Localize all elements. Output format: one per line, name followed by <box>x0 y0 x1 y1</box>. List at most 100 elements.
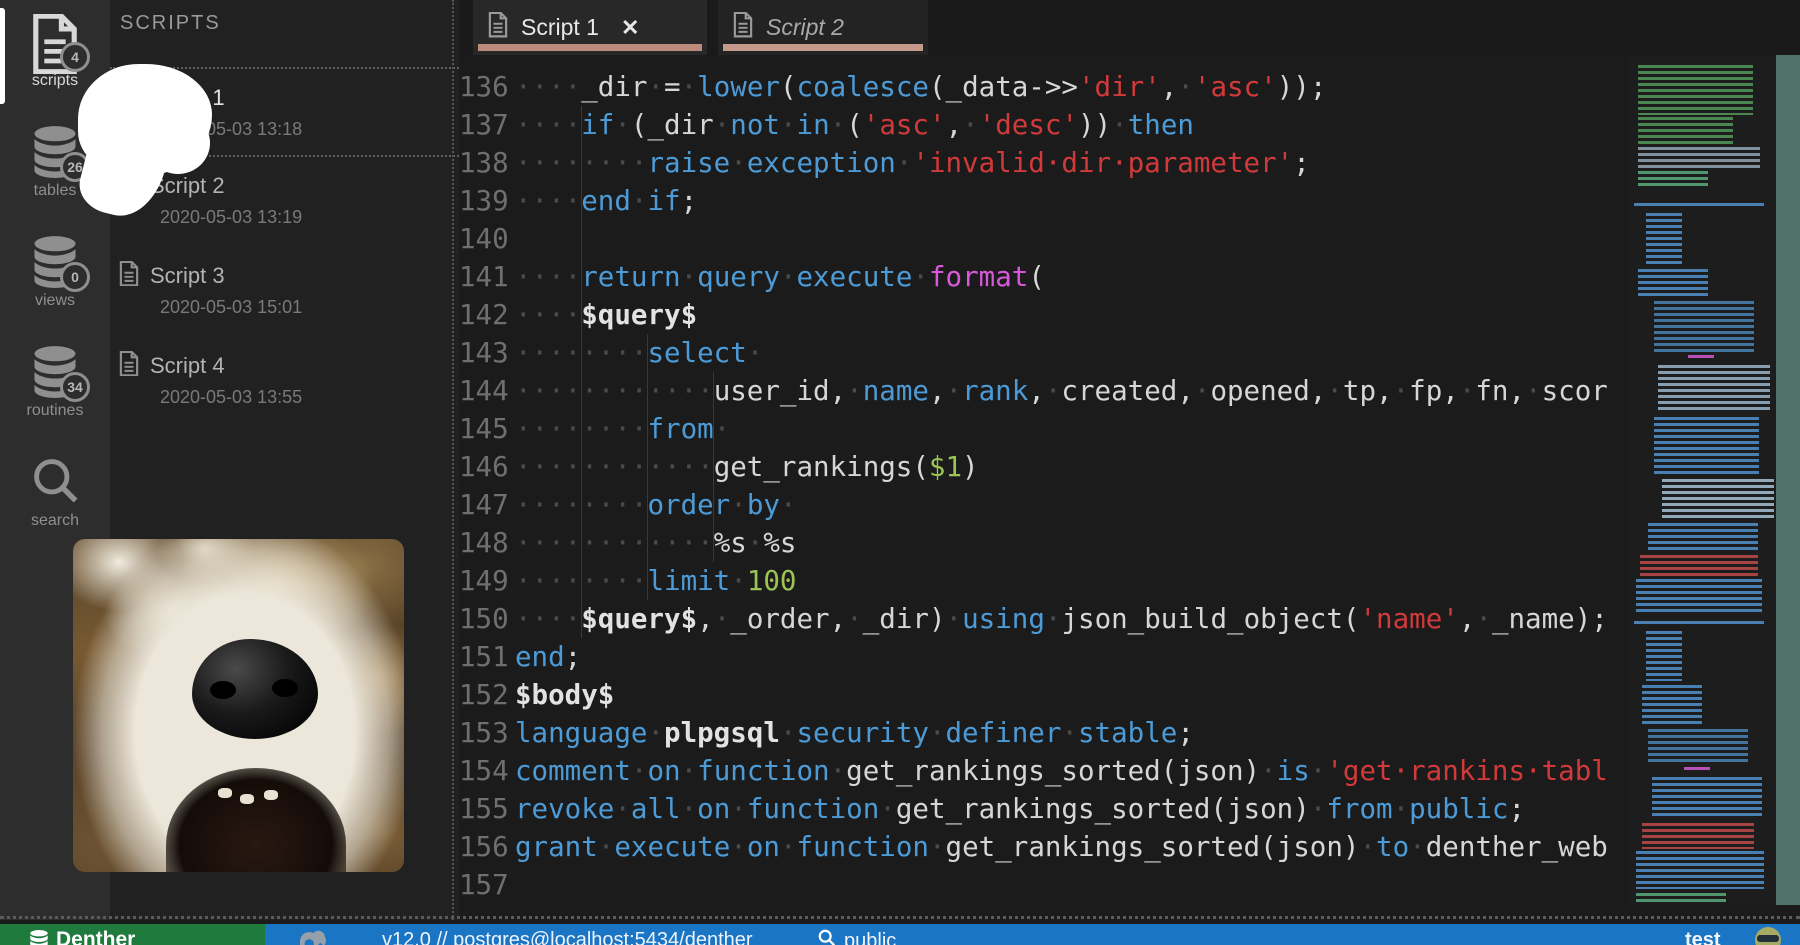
dog-photo-nostril <box>272 679 298 697</box>
code-line-151: 151end; <box>459 638 1608 676</box>
script-date: 2020-05-03 13:55 <box>160 387 459 408</box>
line-number: 144 <box>459 372 507 410</box>
code-line-150: 150····$query$,·_order,·_dir)·using·json… <box>459 600 1608 638</box>
code-line-142: 142····$query$ <box>459 296 1608 334</box>
script-date: 2020-05-03 15:01 <box>160 297 459 318</box>
minimap-code-block <box>1634 203 1764 209</box>
minimap-code-block <box>1642 823 1754 849</box>
minimap-code-block <box>1654 301 1754 353</box>
tab-label: Script 1 <box>521 14 599 41</box>
code-line-146: 146············get_rankings($1) <box>459 448 1608 486</box>
script-list-item-3[interactable]: Script 3 2020-05-03 15:01 <box>110 247 459 337</box>
script-list-item-4[interactable]: Script 4 2020-05-03 13:55 <box>110 337 459 427</box>
code-line-153: 153language·plpgsql·security·definer·sta… <box>459 714 1608 752</box>
minimap[interactable] <box>1628 55 1776 905</box>
code-line-152: 152$body$ <box>459 676 1608 714</box>
count-badge: 0 <box>60 262 90 292</box>
document-icon <box>487 12 509 42</box>
code-line-148: 148············%s·%s <box>459 524 1608 562</box>
line-number: 148 <box>459 524 507 562</box>
postgres-elephant-icon <box>297 928 327 945</box>
line-number: 137 <box>459 106 507 144</box>
line-number: 138 <box>459 144 507 182</box>
panel-editor-separator <box>452 0 454 920</box>
minimap-code-block <box>1638 171 1708 187</box>
tab-script-2[interactable]: Script 2 <box>718 0 928 55</box>
code-line-154: 154comment·on·function·get_rankings_sort… <box>459 752 1608 790</box>
code-editor[interactable]: 136····_dir·=·lower(coalesce(_data->>'di… <box>459 55 1616 905</box>
code-line-138: 138········raise·exception·'invalid·dir·… <box>459 144 1608 182</box>
document-icon <box>732 12 754 42</box>
statusbar-app-segment[interactable]: Denther <box>0 924 265 945</box>
indent-guide <box>647 334 648 600</box>
minimap-code-block <box>1688 355 1714 361</box>
app-window: 4scripts26tables0views34routinessearch S… <box>0 0 1800 945</box>
count-badge: 4 <box>60 42 90 72</box>
minimap-code-block <box>1652 777 1762 819</box>
status-bar: Denther v12.0 // postgres@localhost:5434… <box>0 924 1800 945</box>
line-number: 149 <box>459 562 507 600</box>
tab-label: Script 2 <box>766 14 844 41</box>
dog-photo-tooth <box>240 794 254 804</box>
minimap-code-block <box>1648 729 1748 765</box>
line-number: 142 <box>459 296 507 334</box>
line-number: 147 <box>459 486 507 524</box>
line-number: 143 <box>459 334 507 372</box>
statusbar-separator <box>0 916 1800 919</box>
line-number: 152 <box>459 676 507 714</box>
tab-script-1[interactable]: Script 1 ✕ <box>473 0 707 55</box>
code-line-143: 143········select· <box>459 334 1608 372</box>
code-line-139: 139····end·if; <box>459 182 1608 220</box>
document-icon <box>118 261 140 291</box>
line-number: 157 <box>459 866 507 904</box>
minimap-code-block <box>1638 147 1760 169</box>
statusbar-schema-name: public <box>844 930 896 945</box>
document-icon <box>118 351 140 381</box>
minimap-code-block <box>1648 523 1758 553</box>
statusbar-schema[interactable]: public <box>818 929 896 945</box>
line-number: 139 <box>459 182 507 220</box>
line-number: 150 <box>459 600 507 638</box>
minimap-code-block <box>1638 65 1753 115</box>
close-icon[interactable]: ✕ <box>621 15 639 41</box>
minimap-code-block <box>1638 269 1708 297</box>
minimap-code-block <box>1642 685 1702 725</box>
line-number: 155 <box>459 790 507 828</box>
minimap-code-block <box>1636 579 1762 613</box>
database-icon <box>28 929 50 945</box>
code-line-157: 157 <box>459 866 1608 904</box>
tab-underline <box>478 44 702 51</box>
activity-item-routines[interactable]: 34routines <box>0 330 110 440</box>
search-icon <box>818 929 836 945</box>
code-line-137: 137····if·(_dir·not·in·('asc',·'desc'))·… <box>459 106 1608 144</box>
code-line-144: 144············user_id,·name,·rank,·crea… <box>459 372 1608 410</box>
minimap-code-block <box>1636 893 1726 903</box>
line-number: 146 <box>459 448 507 486</box>
code-line-136: 136····_dir·=·lower(coalesce(_data->>'di… <box>459 68 1608 106</box>
script-date: 2020-05-03 13:19 <box>160 207 459 228</box>
line-number: 154 <box>459 752 507 790</box>
script-name: Script 4 <box>150 353 225 379</box>
line-number: 156 <box>459 828 507 866</box>
script-name: Script 3 <box>150 263 225 289</box>
minimap-code-block <box>1636 851 1764 889</box>
anonymization-blob <box>146 112 210 174</box>
line-number: 153 <box>459 714 507 752</box>
line-number: 140 <box>459 220 507 258</box>
dog-photo <box>73 539 404 872</box>
activity-item-search[interactable]: search <box>0 440 110 550</box>
line-number: 151 <box>459 638 507 676</box>
activity-item-label: search <box>0 512 110 530</box>
code-line-141: 141····return·query·execute·format( <box>459 258 1608 296</box>
line-number: 136 <box>459 68 507 106</box>
sunglasses-emoji-icon <box>1755 927 1781 945</box>
tab-bar: Script 1 ✕ Script 2 <box>459 0 1800 55</box>
code-line-156: 156grant·execute·on·function·get_ranking… <box>459 828 1608 866</box>
code-line-155: 155revoke·all·on·function·get_rankings_s… <box>459 790 1608 828</box>
code-line-147: 147········order·by· <box>459 486 1608 524</box>
activity-item-views[interactable]: 0views <box>0 220 110 330</box>
line-number: 145 <box>459 410 507 448</box>
vertical-scrollbar[interactable] <box>1776 55 1800 905</box>
statusbar-env-label: test <box>1685 929 1721 945</box>
minimap-code-block <box>1638 117 1733 145</box>
